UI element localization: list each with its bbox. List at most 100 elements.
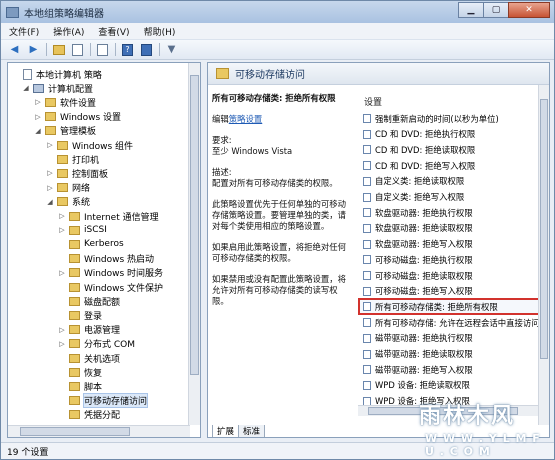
policy-title: 所有可移动存储类: 拒绝所有权限: [212, 93, 336, 103]
tab-standard[interactable]: 标准: [238, 425, 266, 437]
menu-view[interactable]: 查看(V): [98, 25, 129, 38]
expand-arrow-icon[interactable]: ▷: [58, 340, 66, 348]
folder-icon: [69, 325, 80, 335]
setting-row[interactable]: 可移动磁盘: 拒绝执行权限: [360, 253, 547, 266]
setting-row[interactable]: CD 和 DVD: 拒绝读取权限: [360, 143, 547, 156]
tree-vertical-scrollbar[interactable]: [188, 63, 200, 425]
close-button[interactable]: ✕: [508, 2, 550, 18]
tree-item-label: 脚本: [84, 382, 103, 393]
tree-item-label: 关机选项: [84, 354, 121, 365]
setting-row[interactable]: CD 和 DVD: 拒绝执行权限: [360, 128, 547, 141]
setting-row[interactable]: 软盘驱动器: 拒绝执行权限: [360, 206, 547, 219]
collapse-arrow-icon[interactable]: ◢: [46, 198, 54, 206]
forward-icon[interactable]: ▶: [26, 43, 41, 57]
tree-item[interactable]: ◢ 计算机配置: [22, 81, 93, 95]
expand-arrow-icon[interactable]: ▷: [46, 184, 54, 192]
tree-item[interactable]: 脚本: [58, 379, 102, 393]
up-folder-icon[interactable]: [51, 43, 66, 57]
setting-row[interactable]: CD 和 DVD: 拒绝写入权限: [360, 159, 547, 172]
policy-setting-icon: [363, 145, 371, 155]
setting-row[interactable]: 磁带驱动器: 拒绝读取权限: [360, 348, 547, 361]
setting-label: 可移动磁盘: 拒绝写入权限: [375, 286, 473, 297]
tree-item[interactable]: 凭据分配: [58, 408, 120, 422]
menu-help[interactable]: 帮助(H): [144, 25, 176, 38]
setting-row[interactable]: 所有可移动存储: 允许在远程会话中直接访问: [360, 316, 547, 329]
tree-item[interactable]: 磁盘配额: [58, 294, 120, 308]
properties-icon[interactable]: [139, 43, 154, 57]
filter-icon[interactable]: ▼: [164, 43, 179, 57]
collapse-arrow-icon[interactable]: ◢: [34, 127, 42, 135]
tree-item[interactable]: 恢复: [58, 365, 102, 379]
setting-row[interactable]: 软盘驱动器: 拒绝读取权限: [360, 222, 547, 235]
setting-row[interactable]: 可移动磁盘: 拒绝读取权限: [360, 269, 547, 282]
show-tree-icon[interactable]: [70, 43, 85, 57]
tree-item[interactable]: ▷ 控制面板: [46, 166, 108, 180]
menu-file[interactable]: 文件(F): [9, 25, 39, 38]
setting-row[interactable]: 强制重新启动的时间(以秒为单位): [360, 112, 547, 125]
tree-item[interactable]: ▷ 分布式 COM: [58, 337, 135, 351]
tree-item[interactable]: ▷ 网络: [46, 181, 90, 195]
edit-policy-link[interactable]: 策略设置: [229, 114, 263, 124]
setting-row[interactable]: WPD 设备: 拒绝读取权限: [360, 379, 547, 392]
tree-item[interactable]: 打印机: [46, 152, 99, 166]
tree-item[interactable]: ▷ 软件设置: [34, 95, 96, 109]
tree-item[interactable]: ▷ Internet 通信管理: [58, 209, 159, 223]
menu-bar: 文件(F) 操作(A) 查看(V) 帮助(H): [1, 23, 554, 40]
help-icon[interactable]: ?: [120, 43, 135, 57]
tree-item[interactable]: ◢ 管理模板: [34, 124, 96, 138]
tree-item-label: iSCSI: [84, 225, 107, 236]
expand-arrow-icon[interactable]: ▷: [58, 212, 66, 220]
tree-item-label: Windows 热启动: [84, 255, 155, 266]
setting-row-selected[interactable]: 所有可移动存储类: 拒绝所有权限: [358, 298, 549, 316]
tree-item[interactable]: ▷ Windows 时间服务: [58, 266, 163, 280]
tree-item[interactable]: ▷ Windows 设置: [34, 110, 121, 124]
export-list-icon[interactable]: [95, 43, 110, 57]
expand-arrow-icon[interactable]: ▷: [58, 326, 66, 334]
tree-item[interactable]: ▷ 电源管理: [58, 323, 120, 337]
tree-item[interactable]: ◢ 系统: [46, 195, 90, 209]
tree-horizontal-scrollbar[interactable]: [8, 425, 190, 437]
expand-arrow-icon[interactable]: ▷: [58, 226, 66, 234]
tree-item[interactable]: ▷ iSCSI: [58, 223, 107, 237]
expand-arrow-icon[interactable]: ▷: [46, 169, 54, 177]
minimize-button[interactable]: ▁: [458, 2, 484, 18]
tree-item-label: 登录: [84, 311, 103, 322]
expand-arrow-icon[interactable]: ▷: [34, 98, 42, 106]
tree-item[interactable]: 关机选项: [58, 351, 120, 365]
tree-item[interactable]: 本地计算机 策略: [12, 67, 102, 81]
tree-item[interactable]: Windows 热启动: [58, 252, 154, 266]
list-vertical-scrollbar[interactable]: [538, 85, 549, 425]
maximize-button[interactable]: ▢: [483, 2, 509, 18]
details-pane: 可移动存储访问 所有可移动存储类: 拒绝所有权限 编辑策略设置 要求: 至少 Wi…: [207, 62, 550, 438]
setting-row[interactable]: 自定义类: 拒绝读取权限: [360, 175, 547, 188]
tree-item-label: Windows 组件: [72, 141, 134, 152]
tree-item-label: 电源管理: [84, 326, 121, 337]
menu-action[interactable]: 操作(A): [53, 25, 84, 38]
settings-column-header[interactable]: 设置: [358, 95, 382, 108]
tree-item-label: Kerberos: [84, 239, 124, 250]
policy-description: 所有可移动存储类: 拒绝所有权限 编辑策略设置 要求: 至少 Windows Vi…: [212, 93, 352, 317]
view-tabs: 扩展 标准: [212, 425, 266, 437]
toolbar-separator: [90, 43, 91, 56]
tree-item[interactable]: 可移动存储访问: [58, 393, 149, 409]
setting-label: 自定义类: 拒绝写入权限: [375, 192, 465, 202]
setting-row[interactable]: 自定义类: 拒绝写入权限: [360, 191, 547, 204]
back-icon[interactable]: ◀: [7, 43, 22, 57]
expand-arrow-icon[interactable]: ▷: [46, 141, 54, 149]
setting-row[interactable]: 磁带驱动器: 拒绝写入权限: [360, 363, 547, 376]
setting-row[interactable]: 软盘驱动器: 拒绝写入权限: [360, 238, 547, 251]
tree-item[interactable]: ▷ Windows 组件: [46, 138, 133, 152]
setting-label: 软盘驱动器: 拒绝写入权限: [375, 239, 473, 250]
tab-extended[interactable]: 扩展: [212, 425, 240, 437]
toolbar-separator: [159, 43, 160, 56]
setting-row[interactable]: 可移动磁盘: 拒绝写入权限: [360, 285, 547, 298]
expand-arrow-icon[interactable]: ▷: [58, 269, 66, 277]
tree-item[interactable]: Kerberos: [58, 237, 124, 251]
tree-item[interactable]: Windows 文件保护: [58, 280, 163, 294]
tree-item[interactable]: 登录: [58, 308, 102, 322]
window-title: 本地组策略编辑器: [24, 8, 104, 20]
collapse-arrow-icon[interactable]: ◢: [22, 84, 30, 92]
setting-row[interactable]: 磁带驱动器: 拒绝执行权限: [360, 332, 547, 345]
tree-item-label: Windows 设置: [60, 113, 122, 124]
expand-arrow-icon[interactable]: ▷: [34, 113, 42, 121]
